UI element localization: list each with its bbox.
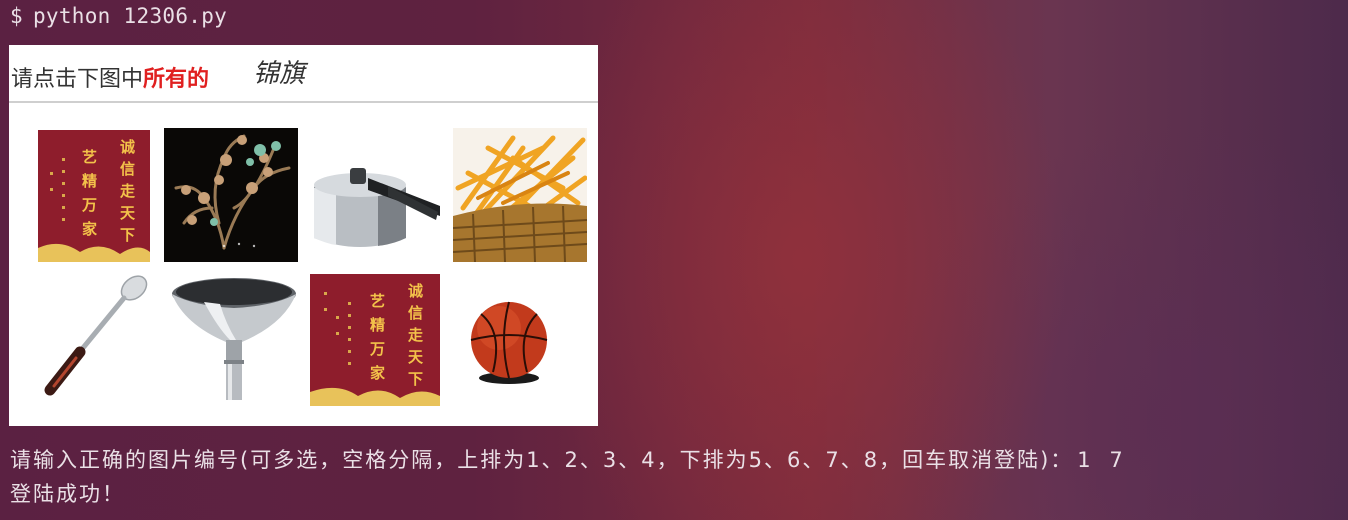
pennant-char-2: 信 bbox=[120, 160, 135, 178]
pennant-char-2: 信 bbox=[408, 304, 423, 322]
captcha-tile-4[interactable] bbox=[453, 128, 587, 262]
pennant-char-6: 艺 bbox=[370, 292, 385, 310]
captcha-tile-3[interactable] bbox=[308, 128, 442, 262]
captcha-tile-2[interactable] bbox=[164, 128, 298, 262]
pennant-char-8: 万 bbox=[81, 196, 97, 214]
pennant-icon: 诚 信 走 天 下 艺 精 万 家 bbox=[308, 272, 442, 406]
captcha-tile-6[interactable] bbox=[164, 272, 298, 406]
instruction-prefix: 请点击下图中 bbox=[11, 67, 144, 92]
command-line: $ python 12306.py bbox=[10, 4, 227, 28]
pennant-char-4: 天 bbox=[120, 204, 136, 222]
shell-prompt: $ bbox=[10, 4, 23, 28]
pennant-char-8: 万 bbox=[369, 340, 385, 358]
instruction-highlight: 所有的 bbox=[143, 67, 210, 92]
pennant-char-7: 精 bbox=[370, 316, 385, 334]
command-text: python 12306.py bbox=[32, 4, 228, 28]
captcha-target-word: 锦旗 bbox=[253, 59, 306, 89]
spoon-icon bbox=[20, 272, 154, 406]
captcha-tile-7[interactable]: 诚 信 走 天 下 艺 精 万 家 bbox=[308, 272, 442, 406]
pennant-char-3: 走 bbox=[120, 182, 135, 200]
captcha-instruction: 请点击下图中所有的 bbox=[11, 61, 209, 93]
result-message: 登陆成功！ bbox=[10, 482, 125, 506]
captcha-tile-8[interactable] bbox=[453, 272, 587, 406]
pennant-char-5: 下 bbox=[408, 370, 423, 388]
input-prompt: 请输入正确的图片编号(可多选，空格分隔，上排为1、2、3、4，下排为5、6、7、… bbox=[10, 448, 1074, 472]
basketball-icon bbox=[453, 272, 587, 406]
pennant-char-7: 精 bbox=[82, 172, 97, 190]
user-input[interactable]: 1 7 bbox=[1077, 448, 1128, 472]
pennant-char-9: 家 bbox=[82, 220, 97, 238]
coral-plant-icon bbox=[164, 128, 298, 262]
pennant-char-1: 诚 bbox=[120, 138, 135, 156]
pennant-char-4: 天 bbox=[408, 348, 424, 366]
pennant-char-5: 下 bbox=[120, 226, 135, 244]
input-prompt-line: 请输入正确的图片编号(可多选，空格分隔，上排为1、2、3、4，下排为5、6、7、… bbox=[10, 444, 1129, 474]
captcha-tile-1[interactable]: 诚 信 走 天 下 艺 精 万 家 bbox=[20, 128, 154, 262]
pennant-char-1: 诚 bbox=[408, 282, 423, 300]
pennant-char-6: 艺 bbox=[82, 148, 97, 166]
pennant-char-9: 家 bbox=[370, 364, 385, 382]
captcha-header: 请点击下图中所有的 锦旗 bbox=[9, 45, 598, 103]
pressure-cooker-icon bbox=[308, 128, 442, 262]
pennant-icon: 诚 信 走 天 下 艺 精 万 家 bbox=[20, 128, 154, 262]
pennant-char-3: 走 bbox=[408, 326, 423, 344]
captcha-image: 请点击下图中所有的 锦旗 诚 信 走 天 下 艺 精 万 家 诚 信 走 天 下… bbox=[9, 45, 598, 426]
captcha-tile-5[interactable] bbox=[20, 272, 154, 406]
funnel-icon bbox=[164, 272, 298, 406]
fries-basket-icon bbox=[453, 128, 587, 262]
